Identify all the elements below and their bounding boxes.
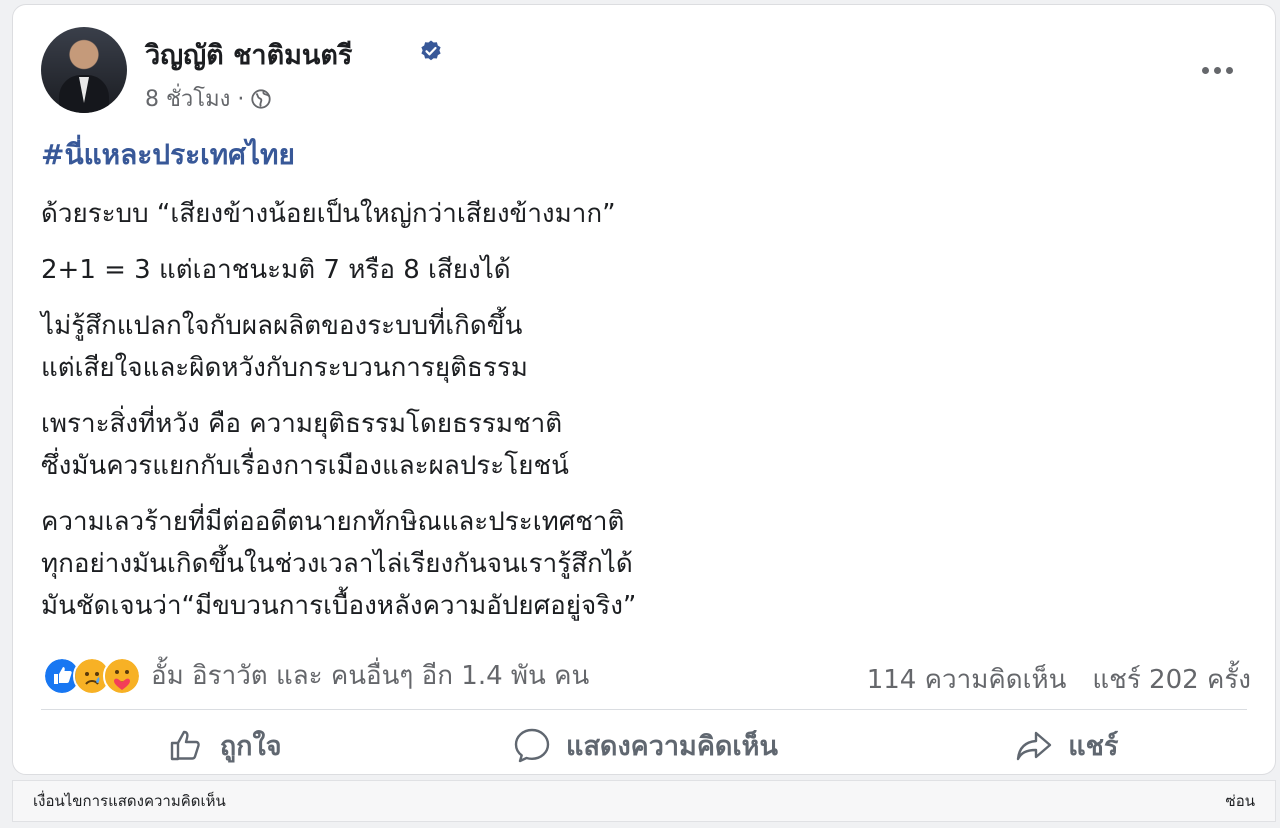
comments-count[interactable]: 114 ความคิดเห็น xyxy=(867,659,1067,700)
post-paragraph: ความเลวร้ายที่มีต่ออดีตนายกทักษิณและประเ… xyxy=(41,501,1241,627)
care-icon xyxy=(103,656,141,695)
comment-button[interactable]: แสดงความคิดเห็น xyxy=(434,717,855,773)
post-body: #นี่แหละประเทศไทย ด้วยระบบ “เสียงข้างน้อ… xyxy=(41,135,1241,627)
shares-count[interactable]: แชร์ 202 ครั้ง xyxy=(1092,659,1251,700)
post-line: ไม่รู้สึกแปลกใจกับผลผลิตของระบบที่เกิดขึ… xyxy=(41,311,523,341)
like-label: ถูกใจ xyxy=(219,730,282,762)
post-line: 2+1 = 3 แต่เอาชนะมติ 7 หรือ 8 เสียงได้ xyxy=(41,255,511,285)
hashtag-link[interactable]: #นี่แหละประเทศไทย xyxy=(41,135,1241,175)
globe-icon xyxy=(251,88,271,109)
dot-icon xyxy=(1225,66,1233,74)
post-paragraph: ด้วยระบบ “เสียงข้างน้อยเป็นใหญ่กว่าเสียง… xyxy=(41,193,1241,235)
post-paragraph: ไม่รู้สึกแปลกใจกับผลผลิตของระบบที่เกิดขึ… xyxy=(41,305,1241,389)
dot-icon xyxy=(1213,66,1221,74)
verified-badge-icon xyxy=(421,40,441,61)
post-line: ทุกอย่างมันเกิดขึ้นในช่วงเวลาไล่เรียงกัน… xyxy=(41,549,633,579)
post-paragraph: 2+1 = 3 แต่เอาชนะมติ 7 หรือ 8 เสียงได้ xyxy=(41,249,1241,291)
post-line: ความเลวร้ายที่มีต่ออดีตนายกทักษิณและประเ… xyxy=(41,507,625,537)
share-button[interactable]: แชร์ xyxy=(856,717,1277,773)
post-line: แต่เสียใจและผิดหวังกับกระบวนการยุติธรรม xyxy=(41,353,528,383)
more-options-button[interactable] xyxy=(1197,59,1237,81)
comment-conditions-bar: เงื่อนไขการแสดงความคิดเห็น ซ่อน xyxy=(12,780,1276,822)
thumbs-up-icon xyxy=(170,730,200,761)
comment-label: แสดงความคิดเห็น xyxy=(566,730,778,762)
post-line: มันชัดเจนว่า“มีขบวนการเบื้องหลังความอัปย… xyxy=(41,591,637,621)
like-button[interactable]: ถูกใจ xyxy=(13,717,434,773)
post-paragraph: เพราะสิ่งที่หวัง คือ ความยุติธรรมโดยธรรม… xyxy=(41,403,1241,487)
dot-icon xyxy=(1201,66,1209,74)
post-meta: 8 ชั่วโมง · xyxy=(145,81,272,116)
post-line: เพราะสิ่งที่หวัง คือ ความยุติธรรมโดยธรรม… xyxy=(41,409,563,439)
reaction-icons xyxy=(43,656,141,695)
author-avatar[interactable] xyxy=(41,27,127,113)
share-label: แชร์ xyxy=(1068,730,1119,762)
divider xyxy=(41,709,1247,710)
post-line: ซึ่งมันควรแยกกับเรื่องการเมืองและผลประโย… xyxy=(41,451,569,481)
reactions-text: อั้ม อิราวัต และ คนอื่นๆ อีก 1.4 พัน คน xyxy=(151,661,590,691)
post-line: ด้วยระบบ “เสียงข้างน้อยเป็นใหญ่กว่าเสียง… xyxy=(41,199,616,229)
post-time[interactable]: 8 ชั่วโมง · xyxy=(145,81,244,116)
post-card: วิญญัติ ชาติมนตรี 8 ชั่วโมง · #นี่แหละปร… xyxy=(12,4,1276,775)
hide-link[interactable]: ซ่อน xyxy=(1226,789,1255,813)
author-name[interactable]: วิญญัติ ชาติมนตรี xyxy=(145,33,352,76)
reactions-summary[interactable]: อั้ม อิราวัต และ คนอื่นๆ อีก 1.4 พัน คน xyxy=(43,655,589,696)
action-bar: ถูกใจ แสดงความคิดเห็น แชร์ xyxy=(13,717,1277,773)
comment-conditions-label[interactable]: เงื่อนไขการแสดงความคิดเห็น xyxy=(33,789,226,813)
share-icon xyxy=(1017,731,1052,761)
comment-icon xyxy=(514,728,550,763)
engagement-counts: 114 ความคิดเห็น แชร์ 202 ครั้ง xyxy=(867,659,1251,700)
